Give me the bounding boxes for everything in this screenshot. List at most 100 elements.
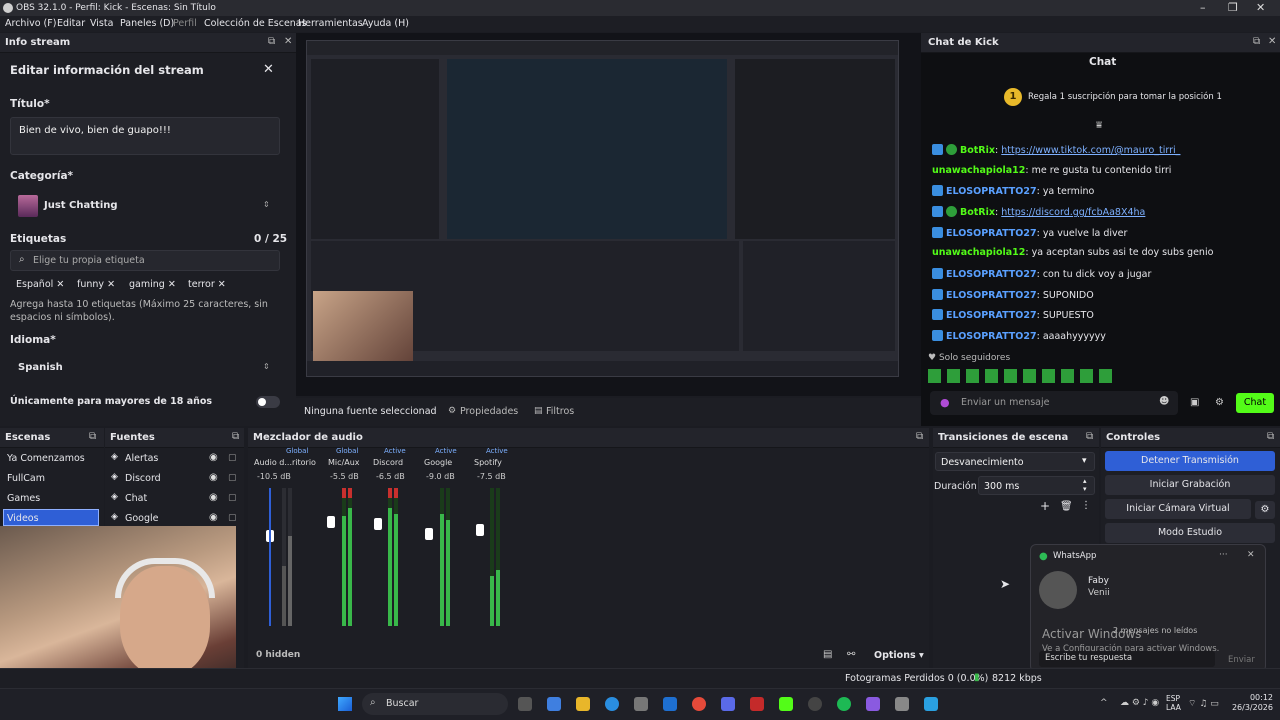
float-icon[interactable]: ⧉: [268, 36, 275, 47]
category-value[interactable]: Just Chatting: [44, 200, 118, 211]
close-icon[interactable]: ✕: [1247, 550, 1255, 560]
eye-icon[interactable]: ◉: [209, 492, 218, 503]
chat-link[interactable]: https://www.tiktok.com/@mauro_tirri_: [1001, 145, 1180, 156]
start-recording-button[interactable]: Iniciar Grabación: [1105, 475, 1275, 495]
menu-archivo[interactable]: Archivo (F): [5, 18, 56, 29]
link-icon[interactable]: ⚯: [847, 649, 855, 660]
close-icon[interactable]: ✕: [1256, 1, 1265, 14]
float-icon[interactable]: ⧉: [1253, 36, 1260, 47]
tags-input[interactable]: ⌕ Elige tu propia etiqueta: [10, 250, 280, 271]
emote-bar[interactable]: [928, 369, 1118, 383]
adults-only-toggle[interactable]: [256, 396, 280, 408]
scene-item[interactable]: Ya Comenzamos: [7, 453, 85, 464]
stop-stream-button[interactable]: Detener Transmisión: [1105, 451, 1275, 471]
transition-select[interactable]: Desvanecimiento ▾: [935, 452, 1095, 471]
menu-herramientas[interactable]: Herramientas: [298, 18, 363, 29]
mic-icon[interactable]: ●: [940, 396, 950, 409]
title-input[interactable]: Bien de vivo, bien de guapo!!!: [10, 117, 280, 155]
preview-area[interactable]: [296, 33, 921, 396]
menu-ayuda[interactable]: Ayuda (H): [362, 18, 409, 29]
remove-tag-icon[interactable]: ✕: [56, 279, 64, 290]
minimize-icon[interactable]: –: [1200, 1, 1206, 14]
volume-fader[interactable]: [327, 516, 335, 528]
app-icon[interactable]: [895, 697, 909, 711]
more-icon[interactable]: ···: [1219, 550, 1228, 560]
remove-tag-icon[interactable]: ✕: [168, 279, 176, 290]
mixer-options-button[interactable]: Options ▾: [874, 650, 924, 661]
source-item[interactable]: Discord: [125, 473, 161, 484]
chat-input[interactable]: ● Enviar un mensaje ☻: [930, 391, 1178, 415]
stepper-icon[interactable]: ▴ ▾: [1083, 477, 1087, 493]
float-icon[interactable]: ⧉: [89, 431, 96, 442]
source-item[interactable]: Google: [125, 513, 159, 524]
start-icon[interactable]: [338, 697, 352, 711]
tag-chip[interactable]: Español ✕: [16, 279, 64, 292]
clock[interactable]: 00:12 26/3/2026: [1231, 693, 1273, 713]
menu-paneles[interactable]: Paneles (D): [120, 18, 174, 29]
reply-input[interactable]: Escribe tu respuesta: [1039, 651, 1215, 667]
eye-icon[interactable]: ◉: [209, 512, 218, 523]
float-icon[interactable]: ⧉: [232, 431, 239, 442]
send-chat-button[interactable]: Chat: [1236, 393, 1274, 413]
gift-icon[interactable]: ▣: [1190, 397, 1199, 408]
chat-link[interactable]: https://discord.gg/fcbAa8X4ha: [1001, 207, 1145, 218]
outlook-icon[interactable]: [663, 697, 677, 711]
filters-button[interactable]: Filtros: [546, 406, 574, 417]
tray-icons[interactable]: ☁ ⚙ ♪ ◉: [1120, 698, 1159, 708]
copilot-icon[interactable]: [547, 697, 561, 711]
spotify-icon[interactable]: [837, 697, 851, 711]
properties-button[interactable]: Propiedades: [460, 406, 518, 417]
language-indicator[interactable]: ESP LAA: [1166, 694, 1181, 712]
virtual-camera-button[interactable]: Iniciar Cámara Virtual: [1105, 499, 1251, 519]
discord-icon[interactable]: [721, 697, 735, 711]
scene-item-selected[interactable]: Videos: [3, 509, 99, 526]
tag-chip[interactable]: gaming ✕: [129, 279, 176, 292]
scene-item[interactable]: FullCam: [7, 473, 45, 484]
task-view-icon[interactable]: [518, 697, 532, 711]
float-icon[interactable]: ⧉: [1267, 431, 1274, 442]
close-dock-icon[interactable]: ✕: [1268, 36, 1276, 47]
eye-icon[interactable]: ◉: [209, 472, 218, 483]
virtual-camera-settings-icon[interactable]: ⚙: [1255, 501, 1275, 519]
remove-tag-icon[interactable]: ✕: [107, 279, 115, 290]
close-dock-icon[interactable]: ✕: [284, 36, 292, 47]
layout-icon[interactable]: ▤: [823, 649, 832, 660]
source-item[interactable]: Chat: [125, 493, 147, 504]
app-icon[interactable]: [750, 697, 764, 711]
eye-icon[interactable]: ◉: [209, 452, 218, 463]
tray-chevron-icon[interactable]: ^: [1100, 698, 1108, 708]
volume-fader[interactable]: [425, 528, 433, 540]
app-icon[interactable]: [866, 697, 880, 711]
duration-input[interactable]: 300 ms ▴ ▾: [978, 476, 1095, 495]
network-icon[interactable]: ⌔ ♫ ▭: [1188, 698, 1219, 709]
file-explorer-icon[interactable]: [576, 697, 590, 711]
settings-icon[interactable]: ⚙: [1215, 397, 1224, 408]
add-icon[interactable]: +: [1040, 499, 1050, 513]
obs-icon[interactable]: [808, 697, 822, 711]
chrome-icon[interactable]: [692, 697, 706, 711]
pinned-gift-message[interactable]: Regala 1 suscripción para tomar la posic…: [1028, 92, 1222, 102]
whatsapp-notification[interactable]: ● WhatsApp ··· ✕ Faby Venii 2 mensajes n…: [1030, 544, 1266, 672]
send-reply-button[interactable]: Enviar: [1228, 655, 1255, 665]
volume-fader[interactable]: [476, 524, 484, 536]
more-icon[interactable]: ⋮: [1081, 500, 1091, 511]
close-edit-icon[interactable]: ✕: [263, 62, 274, 77]
remove-tag-icon[interactable]: ✕: [218, 279, 226, 290]
lock-icon[interactable]: ▢: [228, 513, 237, 523]
float-icon[interactable]: ⧉: [1086, 431, 1093, 442]
edge-icon[interactable]: [605, 697, 619, 711]
store-icon[interactable]: [634, 697, 648, 711]
lock-icon[interactable]: ▢: [228, 473, 237, 483]
float-icon[interactable]: ⧉: [916, 431, 923, 442]
studio-mode-button[interactable]: Modo Estudio: [1105, 523, 1275, 543]
menu-perfil[interactable]: Perfil: [173, 18, 197, 29]
menu-vista[interactable]: Vista: [90, 18, 113, 29]
emoji-icon[interactable]: ☻: [1159, 396, 1169, 407]
lock-icon[interactable]: ▢: [228, 493, 237, 503]
taskbar-search[interactable]: ⌕ Buscar: [362, 693, 508, 715]
lock-icon[interactable]: ▢: [228, 453, 237, 463]
filter-icon[interactable]: ⩸: [1096, 120, 1102, 131]
trash-icon[interactable]: 🗑: [1060, 501, 1073, 512]
language-select[interactable]: Spanish: [18, 362, 63, 373]
volume-fader[interactable]: [374, 518, 382, 530]
